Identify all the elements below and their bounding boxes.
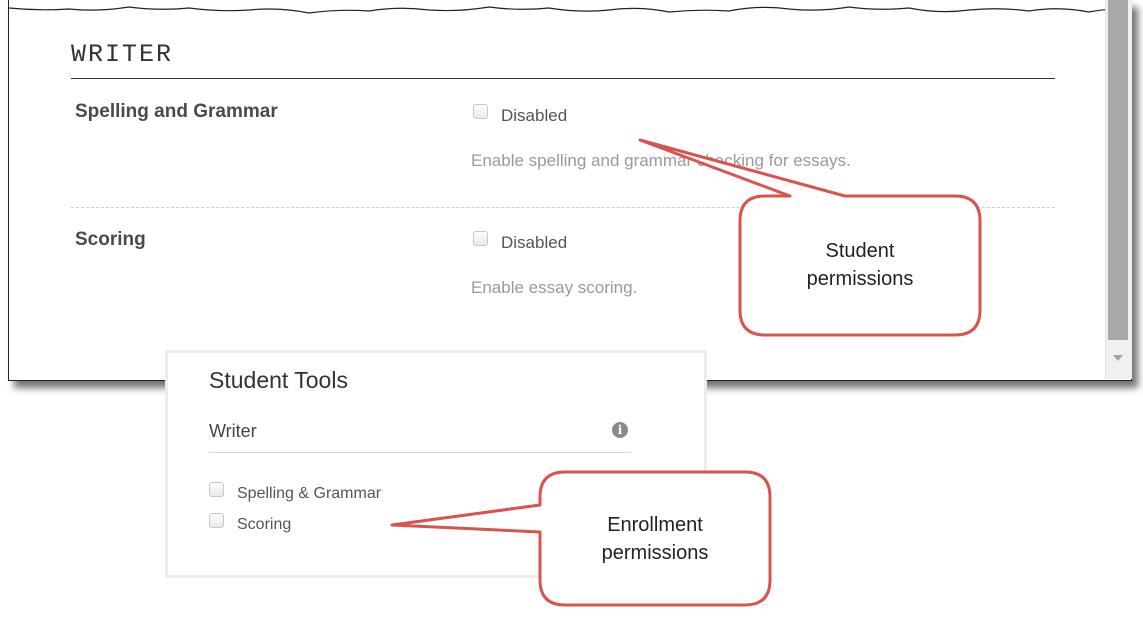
scoring-checkbox-label: Disabled: [501, 233, 568, 252]
torn-edge-decoration: [9, 0, 1131, 14]
spelling-grammar-label: Spelling and Grammar: [75, 101, 278, 122]
spelling-grammar-help: Enable spelling and grammar checking for…: [471, 151, 851, 170]
scrollbar[interactable]: [1105, 0, 1132, 379]
enrollment-callout-line1: Enrollment: [607, 514, 703, 536]
spelling-grammar-checkbox[interactable]: [473, 104, 488, 119]
spelling-grammar-option-label: Spelling & Grammar: [237, 485, 382, 502]
scoring-label: Scoring: [75, 229, 146, 250]
tools-divider: [209, 452, 631, 453]
scoring-help: Enable essay scoring.: [471, 278, 638, 297]
enrollment-callout-line2: permissions: [601, 542, 709, 564]
student-tools-title: Student Tools: [209, 367, 348, 393]
student-callout-line2: permissions: [806, 268, 914, 290]
student-callout-text: Student permissions: [760, 237, 960, 293]
writer-settings-panel: WRITER Spelling and Grammar Disabled Ena…: [8, 0, 1132, 381]
enrollment-callout-text: Enrollment permissions: [550, 511, 760, 567]
spelling-grammar-option-checkbox[interactable]: [209, 482, 224, 497]
title-divider: [71, 78, 1055, 79]
scoring-option-checkbox[interactable]: [209, 513, 224, 528]
section-title: WRITER: [71, 40, 174, 69]
scoring-option-label: Scoring: [237, 516, 292, 533]
scrollbar-thumb[interactable]: [1108, 0, 1128, 340]
scoring-checkbox[interactable]: [473, 231, 488, 246]
spelling-grammar-checkbox-label: Disabled: [501, 106, 568, 125]
setting-divider: [71, 207, 1055, 208]
student-callout-line1: Student: [825, 240, 895, 262]
writer-tool-label: Writer: [209, 421, 257, 441]
scroll-down-arrow-icon[interactable]: [1113, 355, 1123, 361]
info-icon[interactable]: i: [612, 422, 628, 438]
